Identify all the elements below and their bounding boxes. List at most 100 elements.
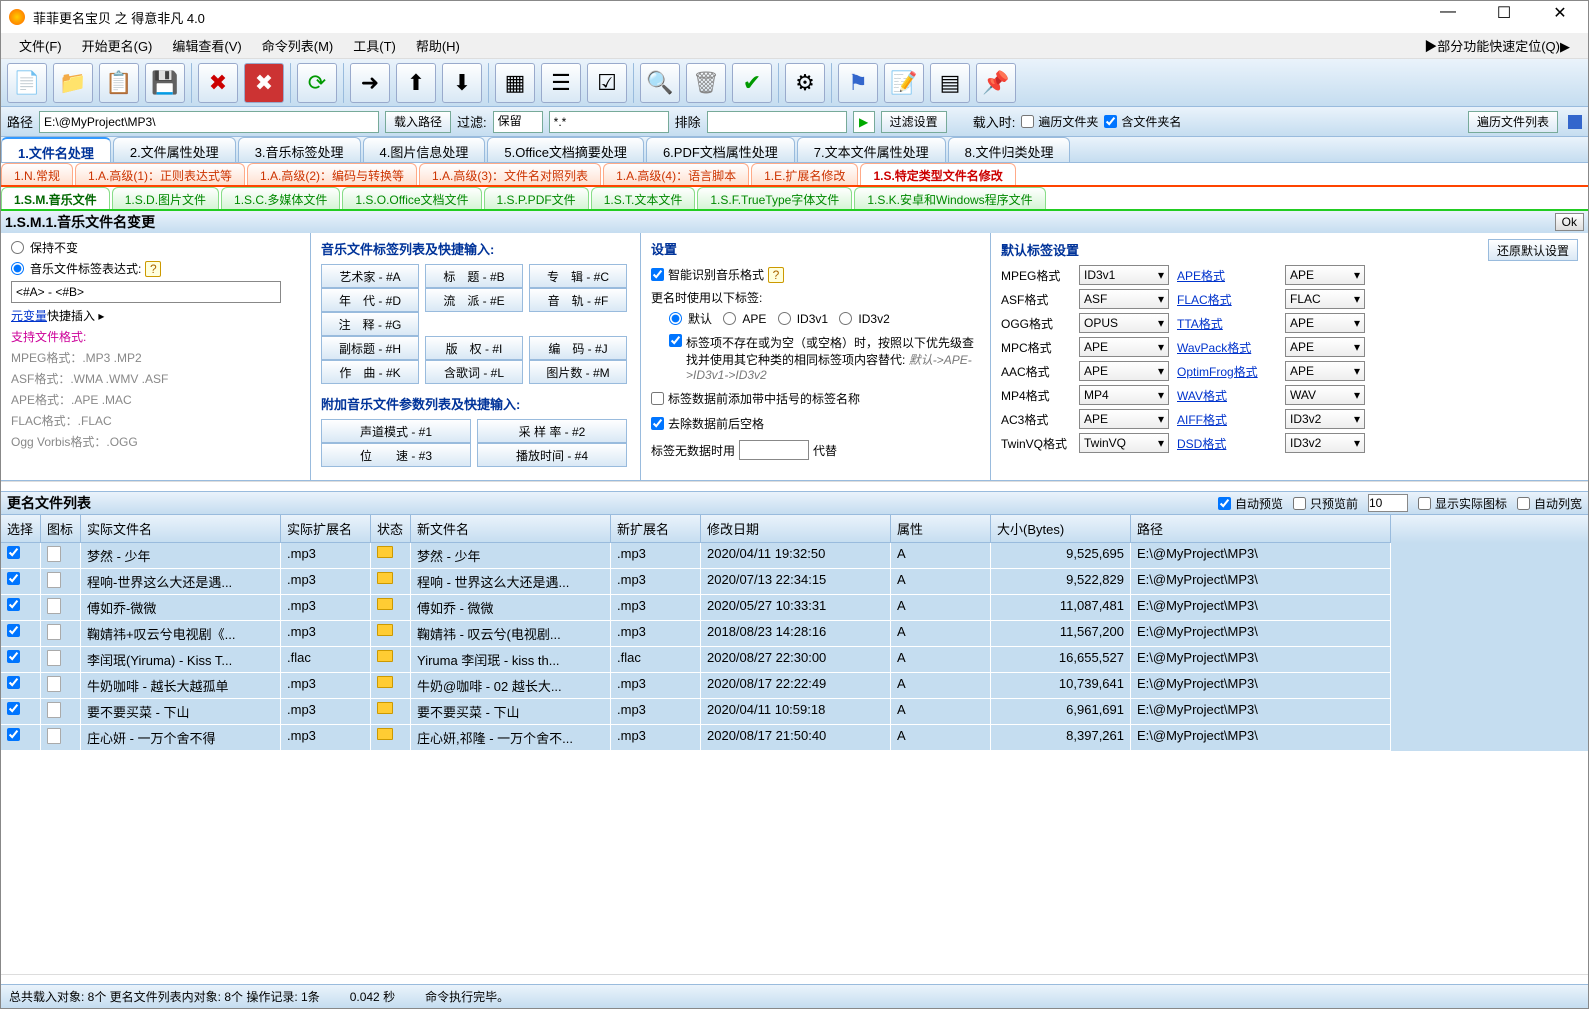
maximize-button[interactable]: ☐ xyxy=(1484,3,1524,31)
delete-all-icon[interactable]: ✖ xyxy=(244,63,284,103)
tag-button[interactable]: 艺术家 - #A xyxy=(321,264,419,288)
column-header[interactable]: 图标 xyxy=(41,515,81,543)
table-row[interactable]: 程响-世界这么大还是遇....mp3程响 - 世界这么大还是遇....mp320… xyxy=(1,569,1588,595)
table-row[interactable]: 庄心妍 - 一万个舍不得.mp3庄心妍,祁隆 - 一万个舍不....mp3202… xyxy=(1,725,1588,751)
subtab-2[interactable]: 1.A.高级(2)：编码与转换等 xyxy=(247,163,417,185)
format-select[interactable]: APE ▾ xyxy=(1079,337,1169,357)
checklist-icon[interactable]: ☑ xyxy=(587,63,627,103)
search-icon[interactable]: 🔍 xyxy=(640,63,680,103)
tag-button[interactable]: 含歌词 - #L xyxy=(425,360,523,384)
format-select[interactable]: APE ▾ xyxy=(1285,361,1365,381)
list-icon[interactable]: ☰ xyxy=(541,63,581,103)
param-button[interactable]: 声道模式 - #1 xyxy=(321,419,471,443)
filter-settings-button[interactable]: 过滤设置 xyxy=(881,111,947,133)
column-header[interactable]: 实际文件名 xyxy=(81,515,281,543)
menu-tools[interactable]: 工具(T) xyxy=(343,32,406,59)
param-button[interactable]: 播放时间 - #4 xyxy=(477,443,627,467)
tab-6[interactable]: 7.文本文件属性处理 xyxy=(797,137,946,162)
menu-help[interactable]: 帮助(H) xyxy=(406,32,470,59)
apply-icon[interactable]: ✔ xyxy=(732,63,772,103)
delete-icon[interactable]: ✖ xyxy=(198,63,238,103)
column-header[interactable]: 状态 xyxy=(371,515,411,543)
traverse-button[interactable]: 遍历文件列表 xyxy=(1468,111,1558,133)
grid-scrollbar[interactable] xyxy=(1,974,1588,984)
tag-ape-radio[interactable]: APE xyxy=(723,312,766,326)
load-path-button[interactable]: 载入路径 xyxy=(385,111,451,133)
arrow-right-icon[interactable]: ➜ xyxy=(350,63,390,103)
dropdown-icon[interactable] xyxy=(1568,115,1582,129)
tag-button[interactable]: 作 曲 - #K xyxy=(321,360,419,384)
filter-pattern-input[interactable] xyxy=(549,111,669,133)
expr-radio[interactable]: 音乐文件标签表达式: ? xyxy=(11,260,300,277)
format-link[interactable]: TTA格式 xyxy=(1177,315,1277,332)
tab-0[interactable]: 1.文件名处理 xyxy=(1,137,111,162)
help-icon[interactable]: ? xyxy=(145,261,161,277)
tag-button[interactable]: 图片数 - #M xyxy=(529,360,627,384)
subtab-3[interactable]: 1.A.高级(3)：文件名对照列表 xyxy=(419,163,601,185)
file-grid[interactable]: 选择图标实际文件名实际扩展名状态新文件名新扩展名修改日期属性大小(Bytes)路… xyxy=(1,515,1588,974)
format-link[interactable]: OptimFrog格式 xyxy=(1177,363,1277,380)
tag-button[interactable]: 音 轨 - #F xyxy=(529,288,627,312)
param-button[interactable]: 采 样 率 - #2 xyxy=(477,419,627,443)
column-header[interactable]: 属性 xyxy=(891,515,991,543)
pin-icon[interactable]: 📌 xyxy=(976,63,1016,103)
typetab-6[interactable]: 1.S.F.TrueType字体文件 xyxy=(697,187,852,209)
typetab-1[interactable]: 1.S.D.图片文件 xyxy=(112,187,219,209)
typetab-7[interactable]: 1.S.K.安卓和Windows程序文件 xyxy=(854,187,1045,209)
format-select[interactable]: ASF ▾ xyxy=(1079,289,1169,309)
tag-button[interactable]: 版 权 - #I xyxy=(425,336,523,360)
expr-input[interactable] xyxy=(11,281,281,303)
panel-scrollbar[interactable] xyxy=(1,481,1588,491)
tab-5[interactable]: 6.PDF文档属性处理 xyxy=(646,137,795,162)
auto-width-checkbox[interactable]: 自动列宽 xyxy=(1517,495,1582,512)
fallback-checkbox[interactable]: 标签项不存在或为空（或空格）时，按照以下优先级查找并使用其它种类的相同标签项内容… xyxy=(669,334,980,382)
format-link[interactable]: AIFF格式 xyxy=(1177,411,1277,428)
column-header[interactable]: 新文件名 xyxy=(411,515,611,543)
format-link[interactable]: DSD格式 xyxy=(1177,435,1277,452)
tag-button[interactable]: 流 派 - #E xyxy=(425,288,523,312)
typetab-3[interactable]: 1.S.O.Office文档文件 xyxy=(342,187,481,209)
metavar-link[interactable]: 元变量快捷插入 ▸ xyxy=(11,307,300,324)
row-checkbox[interactable] xyxy=(7,624,20,637)
flag-icon[interactable]: ⚑ xyxy=(838,63,878,103)
quick-nav[interactable]: ▶部分功能快速定位(Q)▶ xyxy=(1414,32,1580,59)
format-select[interactable]: APE ▾ xyxy=(1079,361,1169,381)
format-select[interactable]: ID3v2 ▾ xyxy=(1285,409,1365,429)
format-select[interactable]: ID3v1 ▾ xyxy=(1079,265,1169,285)
format-select[interactable]: ID3v2 ▾ xyxy=(1285,433,1365,453)
param-button[interactable]: 位 速 - #3 xyxy=(321,443,471,467)
row-checkbox[interactable] xyxy=(7,572,20,585)
tag-button[interactable]: 专 辑 - #C xyxy=(529,264,627,288)
tab-4[interactable]: 5.Office文档摘要处理 xyxy=(487,137,644,162)
recurse-checkbox[interactable]: 遍历文件夹 xyxy=(1021,113,1098,130)
tag-id3v1-radio[interactable]: ID3v1 xyxy=(778,312,828,326)
refresh-icon[interactable]: ⟳ xyxy=(297,63,337,103)
tag-default-radio[interactable]: 默认 xyxy=(669,310,712,327)
format-select[interactable]: APE ▾ xyxy=(1079,409,1169,429)
format-select[interactable]: APE ▾ xyxy=(1285,313,1365,333)
auto-preview-checkbox[interactable]: 自动预览 xyxy=(1218,495,1283,512)
column-header[interactable]: 选择 xyxy=(1,515,41,543)
format-link[interactable]: WavPack格式 xyxy=(1177,339,1277,356)
table-row[interactable]: 傅如乔-微微.mp3傅如乔 - 微微.mp32020/05/27 10:33:3… xyxy=(1,595,1588,621)
trim-checkbox[interactable]: 去除数据前后空格 xyxy=(651,415,980,432)
typetab-4[interactable]: 1.S.P.PDF文件 xyxy=(484,187,589,209)
column-header[interactable]: 修改日期 xyxy=(701,515,891,543)
format-link[interactable]: FLAC格式 xyxy=(1177,291,1277,308)
nodata-input[interactable] xyxy=(739,440,809,460)
format-select[interactable]: WAV ▾ xyxy=(1285,385,1365,405)
table-row[interactable]: 要不要买菜 - 下山.mp3要不要买菜 - 下山.mp32020/04/11 1… xyxy=(1,699,1588,725)
table-row[interactable]: 牛奶咖啡 - 越长大越孤单.mp3牛奶@咖啡 - 02 越长大....mp320… xyxy=(1,673,1588,699)
table-row[interactable]: 梦然 - 少年.mp3梦然 - 少年.mp32020/04/11 19:32:5… xyxy=(1,543,1588,569)
arrow-down-icon[interactable]: ⬇ xyxy=(442,63,482,103)
row-checkbox[interactable] xyxy=(7,598,20,611)
keep-unchanged-radio[interactable]: 保持不变 xyxy=(11,239,300,256)
subtab-0[interactable]: 1.N.常规 xyxy=(1,163,73,185)
format-select[interactable]: MP4 ▾ xyxy=(1079,385,1169,405)
menu-cmdlist[interactable]: 命令列表(M) xyxy=(252,32,344,59)
bracket-checkbox[interactable]: 标签数据前添加带中括号的标签名称 xyxy=(651,390,980,407)
typetab-2[interactable]: 1.S.C.多媒体文件 xyxy=(221,187,340,209)
show-real-icon-checkbox[interactable]: 显示实际图标 xyxy=(1418,495,1507,512)
row-checkbox[interactable] xyxy=(7,676,20,689)
menu-rename[interactable]: 开始更名(G) xyxy=(72,32,163,59)
